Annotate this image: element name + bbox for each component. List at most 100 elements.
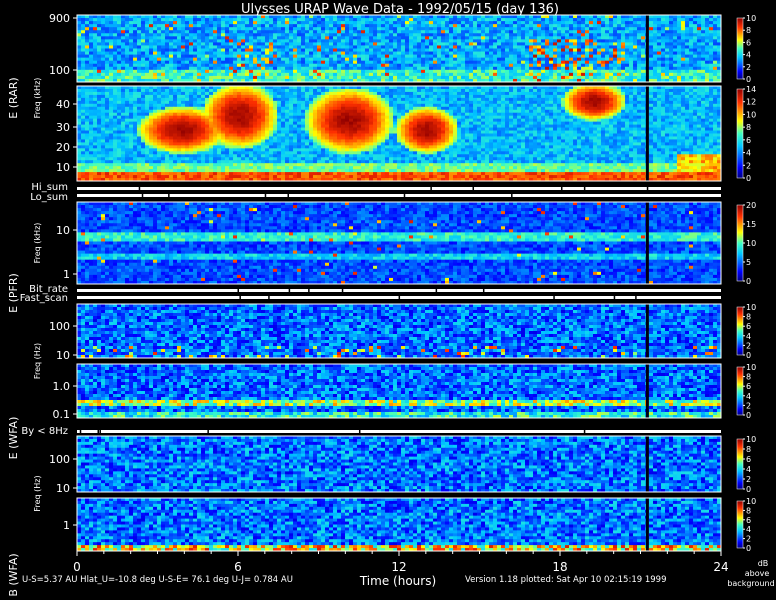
heatmap-cell [601, 39, 605, 42]
heatmap-cell [453, 61, 457, 64]
heatmap-cell [473, 98, 477, 101]
heatmap-cell [249, 70, 253, 73]
heatmap-cell [125, 36, 129, 39]
heatmap-cell [217, 42, 221, 45]
heatmap-cell [321, 45, 325, 48]
heatmap-cell [229, 101, 233, 104]
heatmap-cell [649, 67, 653, 70]
heatmap-cell [405, 64, 409, 67]
heatmap-cell [361, 45, 365, 48]
heatmap-cell [365, 45, 369, 48]
heatmap-cell [557, 104, 561, 107]
heatmap-cell [653, 61, 657, 64]
heatmap-cell [553, 92, 557, 95]
heatmap-cell [517, 52, 521, 55]
heatmap-cell [417, 15, 421, 18]
heatmap-cell [233, 49, 237, 52]
heatmap-cell [321, 39, 325, 42]
heatmap-cell [329, 49, 333, 52]
heatmap-cell [193, 18, 197, 21]
heatmap-cell [621, 45, 625, 48]
heatmap-cell [121, 104, 125, 107]
heatmap-cell [593, 58, 597, 61]
heatmap-cell [265, 76, 269, 79]
heatmap-cell [341, 52, 345, 55]
heatmap-cell [705, 55, 709, 58]
heatmap-cell [689, 42, 693, 45]
heatmap-cell [593, 15, 597, 18]
heatmap-cell [497, 92, 501, 95]
heatmap-cell [129, 107, 133, 110]
heatmap-cell [89, 67, 93, 70]
heatmap-cell [333, 76, 337, 79]
heatmap-cell [673, 33, 677, 36]
heatmap-cell [657, 89, 661, 92]
heatmap-cell [553, 27, 557, 30]
heatmap-cell [353, 101, 357, 104]
heatmap-cell [697, 21, 701, 24]
heatmap-cell [389, 58, 393, 61]
heatmap-cell [381, 52, 385, 55]
heatmap-cell [165, 70, 169, 73]
heatmap-cell [429, 98, 433, 101]
heatmap-cell [453, 107, 457, 110]
heatmap-cell [97, 110, 101, 113]
heatmap-cell [533, 49, 537, 52]
heatmap-cell [233, 30, 237, 33]
heatmap-cell [277, 42, 281, 45]
heatmap-cell [157, 86, 161, 89]
heatmap-cell [409, 18, 413, 21]
heatmap-cell [165, 45, 169, 48]
heatmap-cell [505, 86, 509, 89]
heatmap-cell [213, 64, 217, 67]
heatmap-cell [477, 36, 481, 39]
heatmap-cell [641, 76, 645, 79]
heatmap-cell [553, 104, 557, 107]
heatmap-cell [409, 55, 413, 58]
heatmap-cell [301, 24, 305, 27]
heatmap-cell [553, 76, 557, 79]
heatmap-cell [565, 24, 569, 27]
heatmap-cell [117, 55, 121, 58]
heatmap-cell [141, 55, 145, 58]
heatmap-cell [149, 110, 153, 113]
heatmap-cell [429, 55, 433, 58]
heatmap-cell [353, 36, 357, 39]
heatmap-cell [669, 49, 673, 52]
heatmap-cell [477, 45, 481, 48]
heatmap-cell [221, 45, 225, 48]
heatmap-cell [145, 95, 149, 98]
heatmap-cell [185, 101, 189, 104]
heatmap-cell [313, 86, 317, 89]
heatmap-cell [301, 58, 305, 61]
heatmap-cell [669, 36, 673, 39]
heatmap-cell [321, 58, 325, 61]
heatmap-cell [353, 92, 357, 95]
heatmap-cell [665, 33, 669, 36]
heatmap-cell [213, 98, 217, 101]
heatmap-cell [673, 49, 677, 52]
heatmap-cell [521, 101, 525, 104]
heatmap-cell [133, 45, 137, 48]
heatmap-cell [109, 21, 113, 24]
heatmap-cell [337, 36, 341, 39]
heatmap-cell [233, 27, 237, 30]
heatmap-cell [137, 92, 141, 95]
heatmap-cell [541, 33, 545, 36]
heatmap-cell [257, 104, 261, 107]
heatmap-cell [141, 98, 145, 101]
heatmap-cell [529, 61, 533, 64]
heatmap-cell [237, 42, 241, 45]
heatmap-cell [709, 49, 713, 52]
heatmap-cell [397, 42, 401, 45]
heatmap-cell [497, 61, 501, 64]
heatmap-cell [657, 18, 661, 21]
heatmap-cell [189, 18, 193, 21]
heatmap-cell [565, 67, 569, 70]
heatmap-cell [557, 101, 561, 104]
heatmap-cell [293, 49, 297, 52]
heatmap-cell [425, 70, 429, 73]
heatmap-cell [653, 70, 657, 73]
heatmap-cell [317, 42, 321, 45]
heatmap-cell [101, 39, 105, 42]
